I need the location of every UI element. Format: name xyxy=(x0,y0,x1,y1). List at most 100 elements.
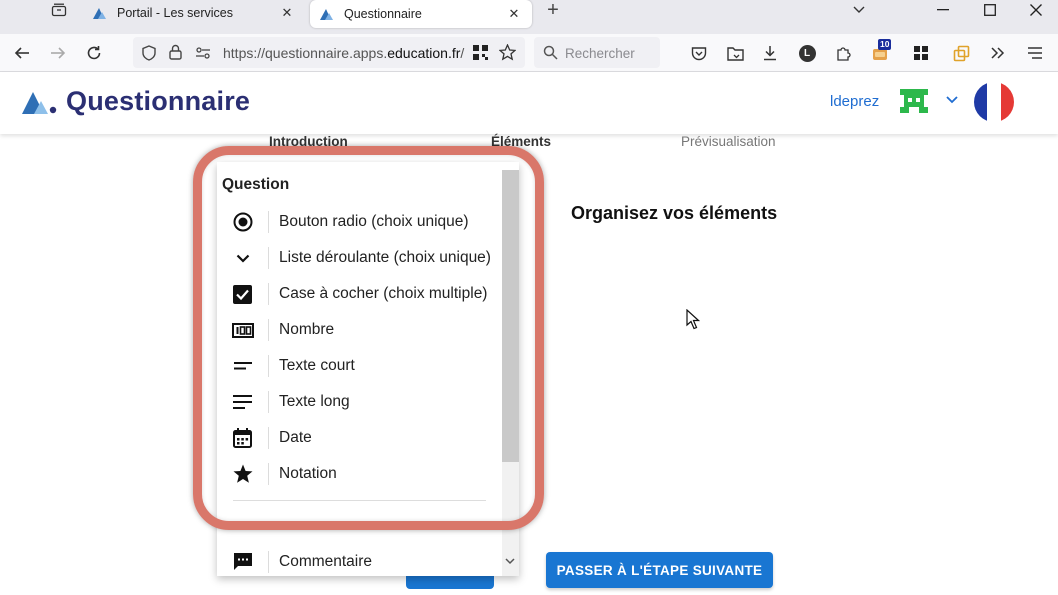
address-bar[interactable]: https://questionnaire.apps.education.fr/ xyxy=(133,37,525,68)
menu-scrollbar-thumb[interactable] xyxy=(502,170,519,462)
tab-list-button[interactable] xyxy=(46,0,72,20)
step-preview[interactable]: Prévisualisation xyxy=(681,134,776,149)
menu-item-comment[interactable]: Commentaire xyxy=(217,544,502,576)
extensions-button[interactable] xyxy=(830,40,856,66)
notification-badge: 10 xyxy=(878,39,892,50)
menu-item-label: Commentaire xyxy=(279,553,373,570)
menu-item-label: Liste déroulante (choix unique) xyxy=(279,249,491,266)
checkbox-icon xyxy=(217,283,269,305)
permissions-icon xyxy=(196,47,210,59)
shield-icon xyxy=(142,45,156,61)
app-menu-button[interactable] xyxy=(1022,40,1048,66)
folder-icon xyxy=(726,46,744,61)
section-title: Organisez vos éléments xyxy=(571,203,778,223)
double-chevron-right-icon xyxy=(991,47,1005,59)
step-elements[interactable]: Éléments xyxy=(491,134,551,149)
chevron-down-icon xyxy=(853,6,865,13)
grid-apps-icon xyxy=(914,46,928,60)
hamburger-menu-icon xyxy=(1028,47,1042,59)
puzzle-icon xyxy=(836,46,851,61)
download-icon xyxy=(764,46,776,61)
reload-button[interactable] xyxy=(81,40,107,66)
menu-item-label: Texte court xyxy=(279,357,355,374)
short-text-icon xyxy=(217,355,269,377)
long-text-icon xyxy=(217,391,269,413)
minimize-button[interactable] xyxy=(920,0,966,20)
bookmark-star-icon[interactable] xyxy=(499,44,516,61)
menu-item-label: Notation xyxy=(279,465,337,482)
number-icon xyxy=(217,319,269,341)
close-tab-icon[interactable]: ✕ xyxy=(506,6,522,22)
questionnaire-logo-icon[interactable] xyxy=(22,90,60,114)
lock-icon xyxy=(169,44,182,60)
account-avatar: L xyxy=(798,44,816,62)
star-icon xyxy=(217,463,269,485)
forward-button[interactable] xyxy=(45,40,71,66)
search-bar[interactable]: Rechercher xyxy=(534,37,660,68)
step-introduction[interactable]: Introduction xyxy=(269,134,348,149)
tab-title: Portail - Les services xyxy=(117,6,234,20)
chevron-down-icon[interactable] xyxy=(946,96,958,104)
pocket-button[interactable] xyxy=(686,40,712,66)
arrow-left-icon xyxy=(14,47,29,59)
search-placeholder: Rechercher xyxy=(565,46,635,61)
language-flag-fr[interactable] xyxy=(974,82,1014,122)
menu-item-short-text[interactable]: Texte court xyxy=(217,348,502,384)
downloads-button[interactable] xyxy=(757,40,783,66)
user-name-link[interactable]: ldeprez xyxy=(830,93,879,110)
next-step-button[interactable]: PASSER À L'ÉTAPE SUIVANTE xyxy=(546,552,773,588)
menu-item-label: Case à cocher (choix multiple) xyxy=(279,285,488,302)
calendar-icon xyxy=(217,427,269,449)
tab-title: Questionnaire xyxy=(344,7,422,21)
tab-questionnaire[interactable]: Questionnaire ✕ xyxy=(310,0,532,28)
questionnaire-logo-icon xyxy=(93,8,106,19)
menu-group-label: Question xyxy=(222,176,290,193)
menu-item-long-text[interactable]: Texte long xyxy=(217,384,502,420)
browser-tab-bar: Portail - Les services ✕ Questionnaire ✕… xyxy=(0,0,1058,34)
menu-item-date[interactable]: Date xyxy=(217,420,502,456)
minimize-icon xyxy=(937,9,949,11)
menu-item-rating[interactable]: Notation xyxy=(217,456,502,492)
tab-list-icon xyxy=(51,3,67,17)
new-tab-button[interactable]: + xyxy=(540,0,566,22)
arrow-right-icon xyxy=(51,47,66,59)
radio-icon xyxy=(217,211,269,233)
tab-portail[interactable]: Portail - Les services ✕ xyxy=(83,0,305,26)
menu-item-radio[interactable]: Bouton radio (choix unique) xyxy=(217,204,502,240)
chevron-down-icon xyxy=(217,247,269,269)
menu-item-checkbox[interactable]: Case à cocher (choix multiple) xyxy=(217,276,502,312)
maximize-button[interactable] xyxy=(967,0,1013,20)
back-button[interactable] xyxy=(9,40,35,66)
close-icon xyxy=(1030,4,1042,16)
account-button[interactable]: L xyxy=(794,40,820,66)
close-window-button[interactable] xyxy=(1013,0,1058,20)
browser-nav-bar: https://questionnaire.apps.education.fr/… xyxy=(0,34,1058,72)
tab-overflow-button[interactable] xyxy=(836,0,882,20)
more-tools-button[interactable] xyxy=(985,40,1011,66)
scroll-down-arrow-icon[interactable] xyxy=(505,558,515,565)
user-avatar-icon[interactable] xyxy=(900,89,928,113)
menu-item-label: Date xyxy=(279,429,312,446)
menu-item-label: Texte long xyxy=(279,393,350,410)
app-header: Questionnaire ldeprez xyxy=(0,72,1058,134)
menu-item-label: Nombre xyxy=(279,321,335,338)
reload-icon xyxy=(87,46,101,60)
menu-divider xyxy=(233,500,486,501)
comment-icon xyxy=(217,551,269,573)
container-tabs-button[interactable] xyxy=(948,40,974,66)
addon-badge-button[interactable]: 10 xyxy=(867,39,893,66)
url-text: https://questionnaire.apps.education.fr/ xyxy=(223,45,465,61)
downloads-folder-button[interactable] xyxy=(722,40,748,66)
menu-item-dropdown[interactable]: Liste déroulante (choix unique) xyxy=(217,240,502,276)
menu-item-number[interactable]: Nombre xyxy=(217,312,502,348)
questionnaire-logo-icon xyxy=(320,9,333,20)
element-type-menu: Question Bouton radio (choix unique) Lis… xyxy=(217,162,519,576)
close-tab-icon[interactable]: ✕ xyxy=(279,5,295,21)
maximize-icon xyxy=(984,4,996,16)
pocket-icon xyxy=(691,46,707,60)
search-icon xyxy=(543,45,558,60)
windows-icon xyxy=(953,45,969,61)
qr-code-icon[interactable] xyxy=(473,45,488,60)
apps-button[interactable] xyxy=(908,40,934,66)
app-title[interactable]: Questionnaire xyxy=(66,86,250,117)
